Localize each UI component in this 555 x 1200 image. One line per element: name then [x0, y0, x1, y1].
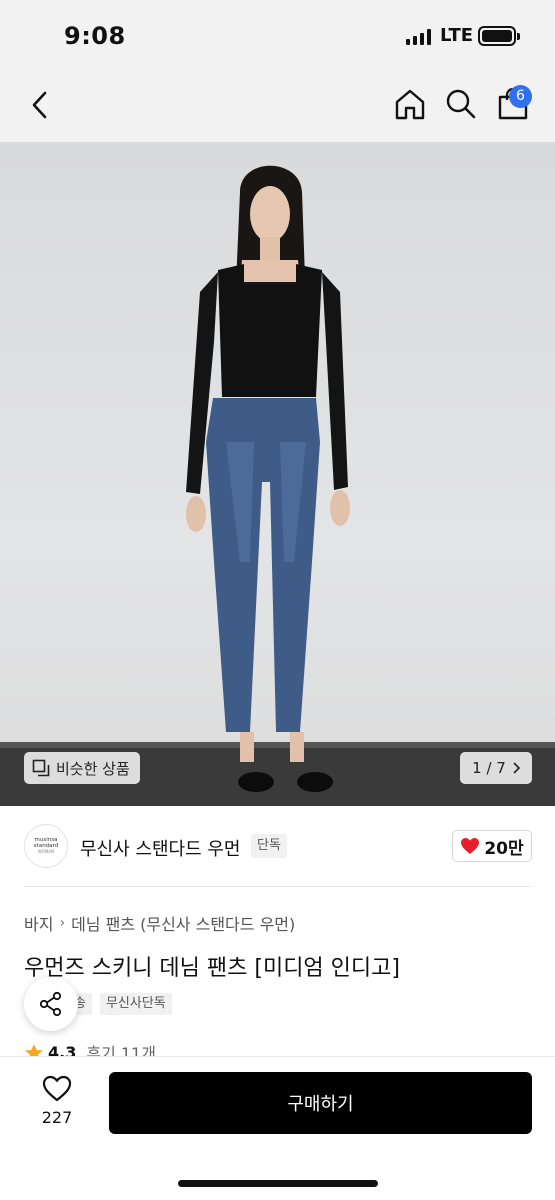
heart-icon	[461, 838, 480, 854]
breadcrumb: 바지 › 데님 팬츠 (무신사 스탠다드 우먼)	[24, 911, 295, 935]
cart-count-badge: 6	[509, 85, 532, 108]
breadcrumb-subcategory[interactable]: 데님 팬츠 (무신사 스탠다드 우먼)	[71, 911, 295, 935]
product-image[interactable]	[0, 142, 555, 806]
copy-icon	[32, 759, 50, 777]
home-indicator	[178, 1180, 378, 1187]
chevron-right-icon	[513, 762, 520, 774]
image-pager[interactable]: 1 / 7	[460, 752, 532, 784]
wishlist-count: 227	[41, 1108, 73, 1127]
brand-like-button[interactable]: 20만	[452, 830, 532, 862]
share-button[interactable]	[24, 977, 78, 1031]
share-icon	[39, 991, 62, 1017]
brand-logo[interactable]: musinsa standard WOMAN	[24, 824, 68, 868]
product-title: 우먼즈 스키니 데님 팬츠 [미디엄 인디고]	[24, 956, 400, 981]
wishlist-button[interactable]	[30, 1075, 84, 1106]
battery-icon	[478, 26, 520, 46]
breadcrumb-separator-icon: ›	[59, 915, 66, 931]
heart-outline-icon	[42, 1075, 72, 1102]
status-bar: 9:08 LTE	[0, 0, 555, 70]
product-tag: 무신사단독	[99, 993, 172, 1015]
search-icon[interactable]	[445, 88, 477, 120]
breadcrumb-category[interactable]: 바지	[24, 911, 53, 935]
pager-text: 1 / 7	[472, 759, 506, 777]
signal-icon	[406, 29, 431, 45]
network-label: LTE	[440, 25, 474, 46]
buy-button[interactable]: 구매하기	[109, 1072, 532, 1134]
product-tags: 송 무신사단독	[68, 993, 172, 1015]
similar-products-button[interactable]: 비슷한 상품	[24, 752, 140, 784]
home-icon[interactable]	[393, 87, 427, 121]
brand-like-count: 20만	[484, 838, 524, 859]
brand-logo-text-3: WOMAN	[37, 849, 55, 854]
back-icon[interactable]	[28, 90, 52, 120]
model-photo	[0, 165, 555, 806]
product-page: 9:08 LTE 6 비슷한 상품 1 / 7 musinsa standard…	[0, 0, 555, 1200]
status-time: 9:08	[64, 22, 126, 50]
exclusive-tag: 단독	[251, 834, 287, 858]
similar-products-label: 비슷한 상품	[56, 759, 130, 778]
brand-name[interactable]: 무신사 스탠다드 우먼	[80, 835, 240, 861]
divider	[24, 886, 531, 887]
